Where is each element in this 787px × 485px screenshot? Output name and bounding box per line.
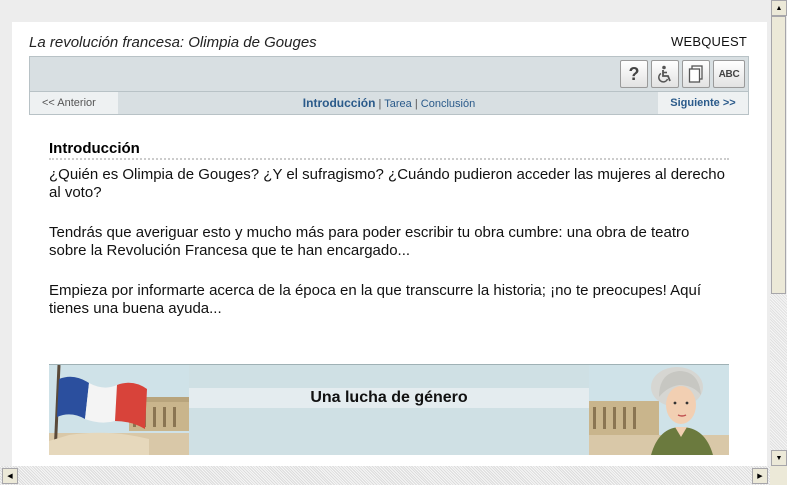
- topic-banner[interactable]: Una lucha de género: [49, 364, 729, 455]
- banner-title: Una lucha de género: [189, 388, 589, 408]
- clipboard-icon: [688, 65, 703, 83]
- browser-viewport: La revolución francesa: Olimpia de Gouge…: [0, 0, 770, 466]
- vertical-scrollbar[interactable]: ▲ ▼: [770, 0, 787, 466]
- breadcrumb: Introducción | Tarea | Conclusión: [30, 92, 748, 115]
- intro-paragraph: Tendrás que averiguar esto y mucho más p…: [49, 224, 690, 259]
- help-label: ?: [628, 63, 640, 84]
- toolbar: ? ABC: [29, 56, 749, 92]
- next-button[interactable]: Siguiente >>: [658, 92, 748, 114]
- navigation-bar: << Anterior Introducción | Tarea | Concl…: [29, 92, 749, 115]
- scroll-left-button[interactable]: ◀: [2, 468, 18, 484]
- wheelchair-icon: [658, 65, 671, 83]
- arrow-left-icon: ◀: [7, 473, 13, 480]
- page-title: La revolución francesa: Olimpia de Gouge…: [29, 34, 317, 51]
- arrow-down-icon: ▼: [775, 454, 783, 462]
- content-area: Introducción ¿Quién es Olimpia de Gouges…: [49, 140, 729, 340]
- tarea-link[interactable]: Tarea: [384, 98, 412, 110]
- olympe-de-gouges-portrait: [589, 365, 729, 455]
- help-button[interactable]: ?: [620, 60, 648, 88]
- scrollbar-corner: [770, 466, 787, 485]
- intro-paragraph: ¿Quién es Olimpia de Gouges? ¿Y el sufra…: [49, 166, 725, 201]
- abc-label: ABC: [718, 68, 740, 80]
- scroll-thumb[interactable]: [771, 16, 786, 294]
- scroll-right-button[interactable]: ▶: [752, 468, 768, 484]
- current-section: Introducción: [302, 96, 376, 110]
- spellcheck-button[interactable]: ABC: [713, 60, 745, 88]
- section-title: Introducción: [49, 140, 729, 160]
- separator: |: [411, 98, 421, 110]
- scroll-track[interactable]: [770, 294, 787, 450]
- intro-paragraph: Empieza por informarte acerca de la époc…: [49, 282, 702, 317]
- horizontal-scrollbar[interactable]: ◀ ▶: [0, 466, 770, 485]
- scroll-up-button[interactable]: ▲: [771, 0, 787, 16]
- clipboard-button[interactable]: [682, 60, 710, 88]
- french-flag-illustration: [49, 365, 189, 455]
- scroll-down-button[interactable]: ▼: [771, 450, 787, 466]
- webquest-page: La revolución francesa: Olimpia de Gouge…: [12, 22, 767, 466]
- arrow-up-icon: ▲: [775, 4, 783, 12]
- conclusion-link[interactable]: Conclusión: [421, 98, 475, 110]
- accessibility-button[interactable]: [651, 60, 679, 88]
- webquest-label: WEBQUEST: [671, 34, 747, 49]
- arrow-right-icon: ▶: [757, 473, 763, 480]
- separator: |: [375, 98, 385, 110]
